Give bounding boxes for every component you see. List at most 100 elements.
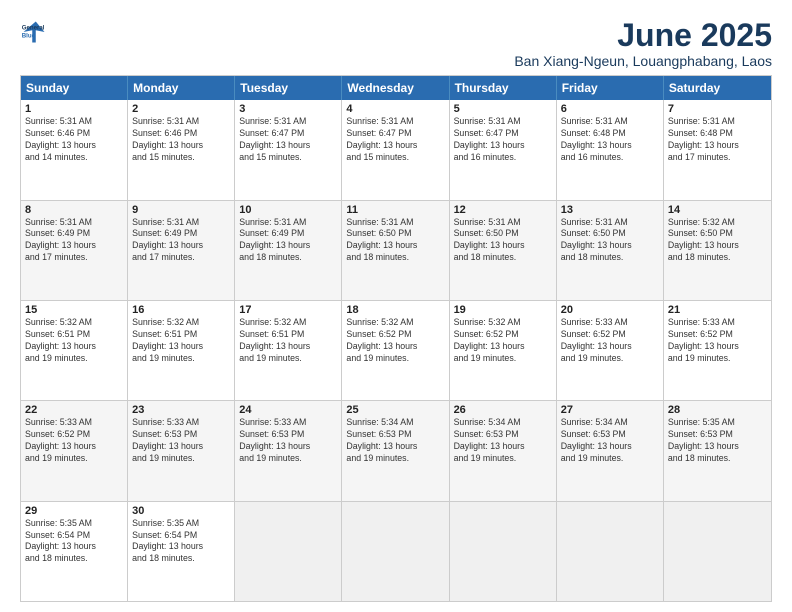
day-number: 9 [132,204,230,216]
cal-cell-day-1: 1Sunrise: 5:31 AM Sunset: 6:46 PM Daylig… [21,100,128,199]
cal-cell-day-24: 24Sunrise: 5:33 AM Sunset: 6:53 PM Dayli… [235,401,342,500]
cal-cell-day-4: 4Sunrise: 5:31 AM Sunset: 6:47 PM Daylig… [342,100,449,199]
header: General Blue June 2025 Ban Xiang-Ngeun, … [20,18,772,69]
day-number: 7 [668,103,767,115]
day-number: 15 [25,304,123,316]
day-number: 12 [454,204,552,216]
cal-cell-day-15: 15Sunrise: 5:32 AM Sunset: 6:51 PM Dayli… [21,301,128,400]
svg-text:Blue: Blue [22,32,36,39]
day-info: Sunrise: 5:31 AM Sunset: 6:50 PM Dayligh… [454,217,552,265]
day-number: 24 [239,404,337,416]
cal-cell-day-27: 27Sunrise: 5:34 AM Sunset: 6:53 PM Dayli… [557,401,664,500]
cal-cell-day-3: 3Sunrise: 5:31 AM Sunset: 6:47 PM Daylig… [235,100,342,199]
cal-row-2: 8Sunrise: 5:31 AM Sunset: 6:49 PM Daylig… [21,201,771,301]
cal-cell-day-11: 11Sunrise: 5:31 AM Sunset: 6:50 PM Dayli… [342,201,449,300]
cal-cell-day-25: 25Sunrise: 5:34 AM Sunset: 6:53 PM Dayli… [342,401,449,500]
cal-cell-day-22: 22Sunrise: 5:33 AM Sunset: 6:52 PM Dayli… [21,401,128,500]
cal-cell-empty [557,502,664,601]
day-info: Sunrise: 5:35 AM Sunset: 6:53 PM Dayligh… [668,417,767,465]
day-info: Sunrise: 5:32 AM Sunset: 6:50 PM Dayligh… [668,217,767,265]
day-number: 1 [25,103,123,115]
day-number: 19 [454,304,552,316]
day-number: 30 [132,505,230,517]
header-saturday: Saturday [664,76,771,100]
cal-cell-day-10: 10Sunrise: 5:31 AM Sunset: 6:49 PM Dayli… [235,201,342,300]
page: General Blue June 2025 Ban Xiang-Ngeun, … [0,0,792,612]
day-info: Sunrise: 5:31 AM Sunset: 6:46 PM Dayligh… [25,116,123,164]
day-info: Sunrise: 5:31 AM Sunset: 6:49 PM Dayligh… [132,217,230,265]
header-tuesday: Tuesday [235,76,342,100]
cal-cell-day-5: 5Sunrise: 5:31 AM Sunset: 6:47 PM Daylig… [450,100,557,199]
day-info: Sunrise: 5:31 AM Sunset: 6:47 PM Dayligh… [346,116,444,164]
day-info: Sunrise: 5:34 AM Sunset: 6:53 PM Dayligh… [346,417,444,465]
day-number: 10 [239,204,337,216]
cal-cell-empty [235,502,342,601]
cal-cell-day-19: 19Sunrise: 5:32 AM Sunset: 6:52 PM Dayli… [450,301,557,400]
cal-cell-day-16: 16Sunrise: 5:32 AM Sunset: 6:51 PM Dayli… [128,301,235,400]
day-info: Sunrise: 5:31 AM Sunset: 6:46 PM Dayligh… [132,116,230,164]
day-info: Sunrise: 5:33 AM Sunset: 6:53 PM Dayligh… [132,417,230,465]
cal-cell-day-30: 30Sunrise: 5:35 AM Sunset: 6:54 PM Dayli… [128,502,235,601]
day-number: 21 [668,304,767,316]
day-info: Sunrise: 5:31 AM Sunset: 6:47 PM Dayligh… [454,116,552,164]
day-info: Sunrise: 5:31 AM Sunset: 6:50 PM Dayligh… [561,217,659,265]
day-number: 6 [561,103,659,115]
logo: General Blue [20,18,48,46]
day-info: Sunrise: 5:33 AM Sunset: 6:52 PM Dayligh… [25,417,123,465]
header-monday: Monday [128,76,235,100]
cal-cell-empty [342,502,449,601]
day-number: 25 [346,404,444,416]
header-wednesday: Wednesday [342,76,449,100]
cal-cell-day-6: 6Sunrise: 5:31 AM Sunset: 6:48 PM Daylig… [557,100,664,199]
cal-cell-day-17: 17Sunrise: 5:32 AM Sunset: 6:51 PM Dayli… [235,301,342,400]
cal-cell-day-2: 2Sunrise: 5:31 AM Sunset: 6:46 PM Daylig… [128,100,235,199]
day-number: 20 [561,304,659,316]
subtitle: Ban Xiang-Ngeun, Louangphabang, Laos [514,53,772,69]
cal-row-5: 29Sunrise: 5:35 AM Sunset: 6:54 PM Dayli… [21,502,771,601]
svg-text:General: General [22,24,45,31]
logo-icon: General Blue [20,18,48,46]
cal-cell-day-13: 13Sunrise: 5:31 AM Sunset: 6:50 PM Dayli… [557,201,664,300]
day-info: Sunrise: 5:31 AM Sunset: 6:47 PM Dayligh… [239,116,337,164]
day-number: 28 [668,404,767,416]
cal-cell-day-26: 26Sunrise: 5:34 AM Sunset: 6:53 PM Dayli… [450,401,557,500]
cal-row-1: 1Sunrise: 5:31 AM Sunset: 6:46 PM Daylig… [21,100,771,200]
day-number: 18 [346,304,444,316]
day-info: Sunrise: 5:34 AM Sunset: 6:53 PM Dayligh… [561,417,659,465]
day-info: Sunrise: 5:35 AM Sunset: 6:54 PM Dayligh… [25,518,123,566]
day-number: 17 [239,304,337,316]
header-thursday: Thursday [450,76,557,100]
day-info: Sunrise: 5:31 AM Sunset: 6:49 PM Dayligh… [25,217,123,265]
day-number: 13 [561,204,659,216]
day-info: Sunrise: 5:31 AM Sunset: 6:48 PM Dayligh… [561,116,659,164]
day-info: Sunrise: 5:32 AM Sunset: 6:52 PM Dayligh… [346,317,444,365]
day-info: Sunrise: 5:32 AM Sunset: 6:51 PM Dayligh… [239,317,337,365]
day-number: 4 [346,103,444,115]
cal-row-3: 15Sunrise: 5:32 AM Sunset: 6:51 PM Dayli… [21,301,771,401]
day-info: Sunrise: 5:31 AM Sunset: 6:49 PM Dayligh… [239,217,337,265]
day-number: 23 [132,404,230,416]
cal-cell-day-7: 7Sunrise: 5:31 AM Sunset: 6:48 PM Daylig… [664,100,771,199]
day-info: Sunrise: 5:31 AM Sunset: 6:48 PM Dayligh… [668,116,767,164]
day-number: 29 [25,505,123,517]
cal-cell-day-29: 29Sunrise: 5:35 AM Sunset: 6:54 PM Dayli… [21,502,128,601]
day-number: 5 [454,103,552,115]
day-info: Sunrise: 5:33 AM Sunset: 6:52 PM Dayligh… [561,317,659,365]
day-number: 16 [132,304,230,316]
day-info: Sunrise: 5:34 AM Sunset: 6:53 PM Dayligh… [454,417,552,465]
cal-cell-day-23: 23Sunrise: 5:33 AM Sunset: 6:53 PM Dayli… [128,401,235,500]
cal-cell-day-8: 8Sunrise: 5:31 AM Sunset: 6:49 PM Daylig… [21,201,128,300]
day-number: 26 [454,404,552,416]
day-number: 8 [25,204,123,216]
day-number: 11 [346,204,444,216]
day-info: Sunrise: 5:35 AM Sunset: 6:54 PM Dayligh… [132,518,230,566]
day-info: Sunrise: 5:32 AM Sunset: 6:51 PM Dayligh… [25,317,123,365]
day-info: Sunrise: 5:33 AM Sunset: 6:53 PM Dayligh… [239,417,337,465]
calendar: Sunday Monday Tuesday Wednesday Thursday… [20,75,772,602]
cal-cell-day-14: 14Sunrise: 5:32 AM Sunset: 6:50 PM Dayli… [664,201,771,300]
cal-cell-day-9: 9Sunrise: 5:31 AM Sunset: 6:49 PM Daylig… [128,201,235,300]
day-number: 2 [132,103,230,115]
cal-cell-day-12: 12Sunrise: 5:31 AM Sunset: 6:50 PM Dayli… [450,201,557,300]
calendar-header: Sunday Monday Tuesday Wednesday Thursday… [21,76,771,100]
day-number: 22 [25,404,123,416]
